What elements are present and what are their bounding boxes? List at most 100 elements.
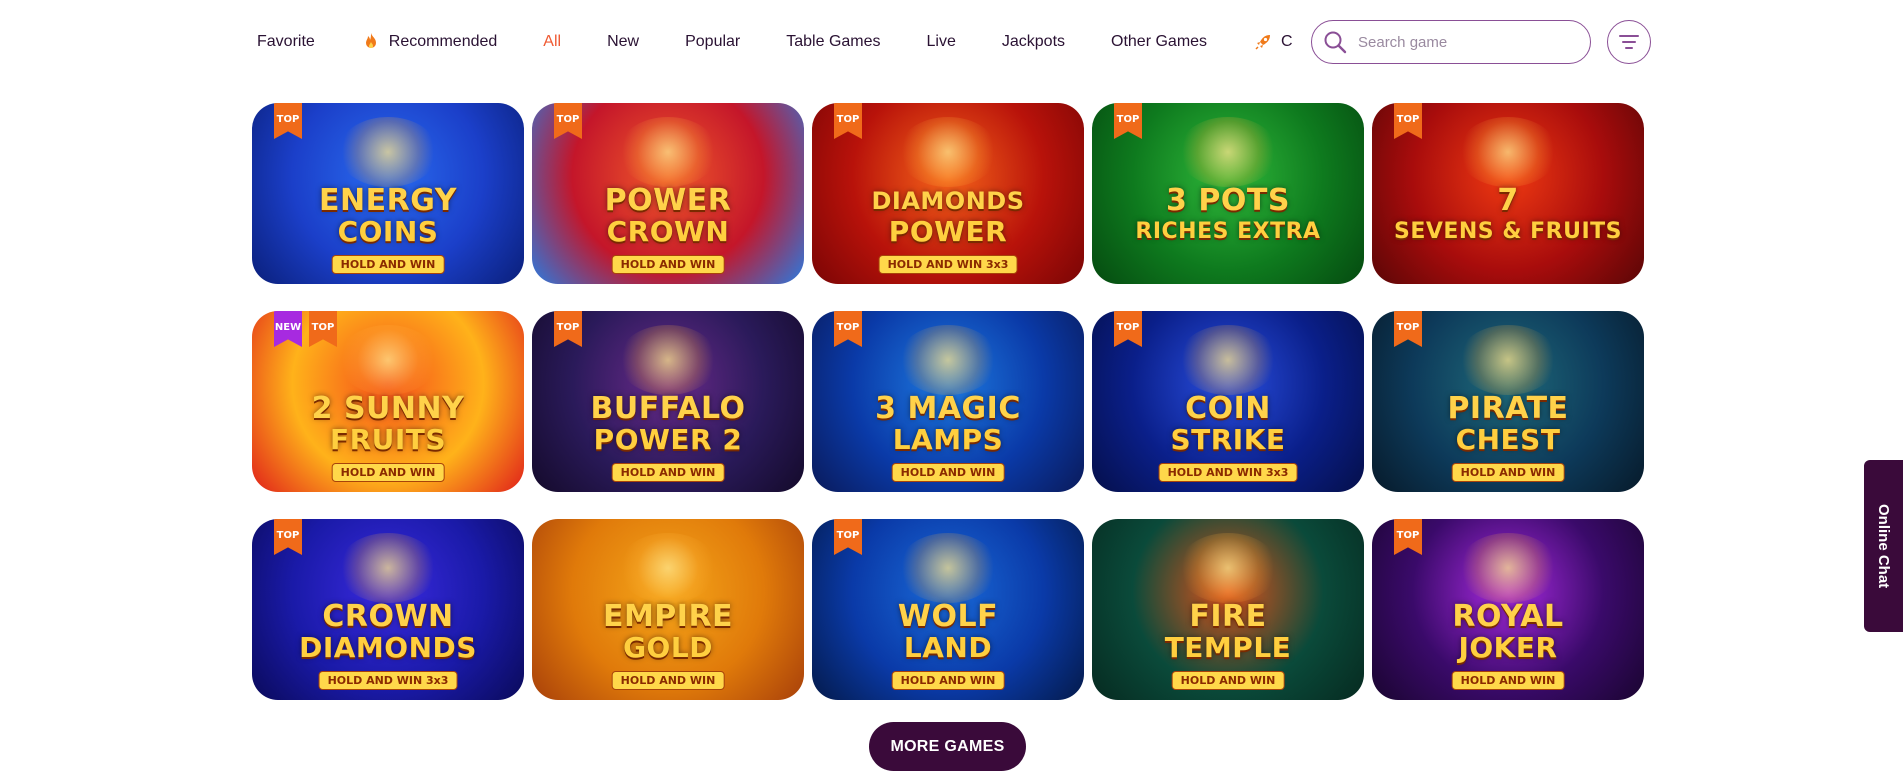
game-title-line2: Temple <box>1164 631 1292 664</box>
search-box[interactable] <box>1311 20 1591 64</box>
artwork-glow <box>1178 117 1278 187</box>
game-title-line1: Royal <box>1452 599 1564 634</box>
game-title-line2: Chest <box>1455 423 1561 456</box>
game-title-line2: Land <box>903 631 993 664</box>
game-title-line1: Energy <box>319 183 457 218</box>
artwork-glow <box>338 325 438 395</box>
game-title-line2: Strike <box>1170 423 1286 456</box>
game-title-line2: Lamps <box>892 423 1004 456</box>
game-subtitle: HOLD AND WIN <box>1171 671 1285 690</box>
game-tile[interactable]: Energy Coins HOLD AND WIN TOP <box>252 103 524 284</box>
game-title-line1: 2 Sunny <box>311 391 465 426</box>
game-title-line1: 3 Magic <box>875 391 1021 426</box>
game-tile[interactable]: Crown Diamonds HOLD AND WIN 3x3 TOP <box>252 519 524 700</box>
tab-label: New <box>607 33 640 50</box>
flame-icon <box>361 32 381 52</box>
artwork-glow <box>618 117 718 187</box>
tab-table-games[interactable]: Table Games <box>763 22 903 62</box>
game-title-line2: Coins <box>337 215 439 248</box>
game-subtitle: HOLD AND WIN 3x3 <box>878 255 1018 274</box>
more-games-button[interactable]: MORE GAMES <box>869 722 1026 771</box>
game-title-line1: Diamonds <box>871 187 1025 215</box>
tab-label: Crash games <box>1281 33 1293 50</box>
game-tile[interactable]: 7 Sevens & Fruits TOP <box>1372 103 1644 284</box>
tab-label: Jackpots <box>1001 33 1066 50</box>
game-title-line1: Pirate <box>1447 391 1569 426</box>
tab-recommended[interactable]: Recommended <box>338 22 521 62</box>
tab-label: Popular <box>685 33 741 50</box>
game-tile[interactable]: 3 Pots Riches Extra TOP <box>1092 103 1364 284</box>
game-title-line1: 3 Pots <box>1166 183 1290 218</box>
game-title-line1: Wolf <box>897 599 999 634</box>
game-title-line2: Sevens & Fruits <box>1393 219 1623 244</box>
game-subtitle: HOLD AND WIN <box>331 463 445 482</box>
search-icon <box>1324 31 1347 54</box>
filter-icon <box>1619 35 1639 49</box>
artwork-glow <box>1178 325 1278 395</box>
game-subtitle: HOLD AND WIN <box>891 463 1005 482</box>
category-nav: Favorite Recommended All New Popular Table Ga… <box>248 22 1293 62</box>
game-tile[interactable]: Power Crown HOLD AND WIN TOP <box>532 103 804 284</box>
filter-button[interactable] <box>1607 20 1651 64</box>
tab-label: Recommended <box>388 33 498 50</box>
tab-popular[interactable]: Popular <box>662 22 763 62</box>
category-tabs: Favorite Recommended All New Popular Table Ga… <box>248 22 1293 62</box>
game-subtitle: HOLD AND WIN <box>1451 463 1565 482</box>
tab-favorite[interactable]: Favorite <box>248 22 338 62</box>
game-tile[interactable]: Empire Gold HOLD AND WIN <box>532 519 804 700</box>
artwork-glow <box>1458 325 1558 395</box>
game-tile[interactable]: Coin Strike HOLD AND WIN 3x3 TOP <box>1092 311 1364 492</box>
game-subtitle: HOLD AND WIN <box>331 255 445 274</box>
game-tile[interactable]: Diamonds Power HOLD AND WIN 3x3 TOP <box>812 103 1084 284</box>
tab-label: Other Games <box>1111 33 1208 50</box>
game-title-line1: Crown <box>322 599 454 634</box>
game-tile[interactable]: Royal Joker HOLD AND WIN TOP <box>1372 519 1644 700</box>
artwork-glow <box>618 325 718 395</box>
tab-new[interactable]: New <box>584 22 662 62</box>
game-title-line2: Power 2 <box>593 423 743 456</box>
tab-all[interactable]: All <box>520 22 584 62</box>
artwork-glow <box>1458 117 1558 187</box>
tab-label: All <box>543 33 562 50</box>
game-tile[interactable]: Buffalo Power 2 HOLD AND WIN TOP <box>532 311 804 492</box>
game-title-line1: Power <box>604 183 732 218</box>
tab-crash-games[interactable]: Crash games <box>1230 22 1293 62</box>
game-title-line1: Buffalo <box>590 391 746 426</box>
artwork-glow <box>618 533 718 603</box>
tab-label: Live <box>926 33 956 50</box>
game-subtitle: HOLD AND WIN <box>611 255 725 274</box>
artwork-glow <box>898 533 998 603</box>
game-grid: Energy Coins HOLD AND WIN TOP Power Crown HOLD… <box>252 103 1644 700</box>
game-subtitle: HOLD AND WIN 3x3 <box>1158 463 1298 482</box>
game-subtitle: HOLD AND WIN <box>611 671 725 690</box>
game-title-line2: Power <box>888 215 1008 248</box>
game-tile[interactable]: Wolf Land HOLD AND WIN TOP <box>812 519 1084 700</box>
tab-label: Favorite <box>257 33 315 50</box>
game-tile[interactable]: Fire Temple HOLD AND WIN <box>1092 519 1364 700</box>
artwork-glow <box>338 117 438 187</box>
game-tile[interactable]: 3 Magic Lamps HOLD AND WIN TOP <box>812 311 1084 492</box>
online-chat-tab[interactable]: Online Chat <box>1864 460 1903 632</box>
game-title-line2: Fruits <box>329 423 447 456</box>
game-title-line2: Gold <box>623 631 713 664</box>
game-tile[interactable]: Pirate Chest HOLD AND WIN TOP <box>1372 311 1644 492</box>
tab-live[interactable]: Live <box>904 22 979 62</box>
game-title-line1: 7 <box>1497 183 1519 218</box>
tab-jackpots[interactable]: Jackpots <box>979 22 1088 62</box>
game-subtitle: HOLD AND WIN 3x3 <box>318 671 458 690</box>
tab-label: Table Games <box>786 33 881 50</box>
game-subtitle: HOLD AND WIN <box>1451 671 1565 690</box>
game-title-line2: Crown <box>606 215 730 248</box>
artwork-glow <box>1458 533 1558 603</box>
artwork-glow <box>1178 533 1278 603</box>
game-tile[interactable]: 2 Sunny Fruits HOLD AND WIN NEW TOP <box>252 311 524 492</box>
artwork-glow <box>338 533 438 603</box>
online-chat-label: Online Chat <box>1875 503 1892 589</box>
artwork-glow <box>898 117 998 187</box>
game-title-line2: Diamonds <box>299 631 477 664</box>
search-input[interactable] <box>1356 32 1580 52</box>
game-title-line1: Coin <box>1185 391 1271 426</box>
game-subtitle: HOLD AND WIN <box>611 463 725 482</box>
tab-other-games[interactable]: Other Games <box>1088 22 1230 62</box>
game-title-line2: Joker <box>1458 631 1558 664</box>
